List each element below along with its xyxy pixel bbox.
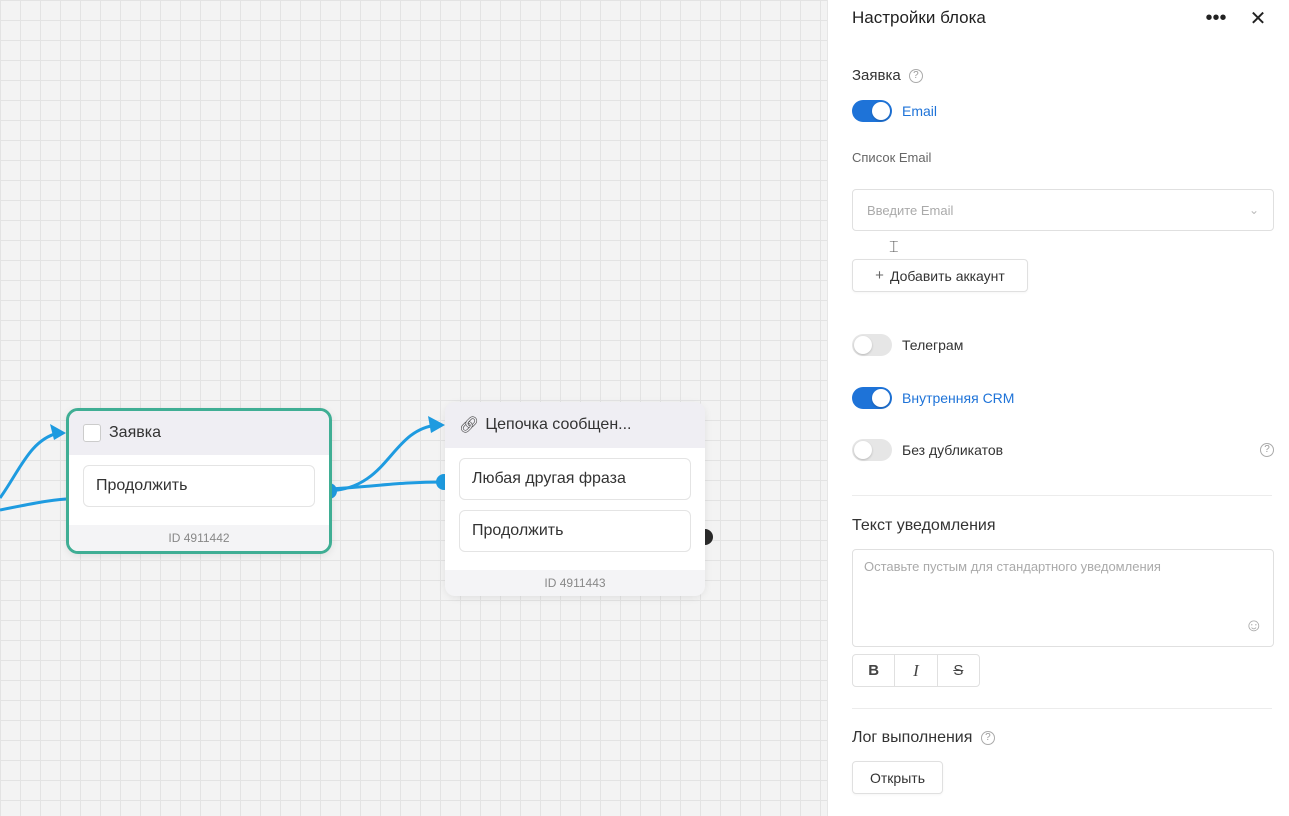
log-help-icon[interactable]: ?	[980, 730, 995, 745]
toggle-row-telegram: Телеграм	[852, 333, 963, 357]
node-checkbox[interactable]	[83, 424, 101, 442]
email-toggle-label: Email	[902, 103, 938, 119]
node-zayavka-id: ID 4911442	[69, 525, 329, 551]
node-zayavka-continue-button[interactable]: Продолжить	[83, 465, 315, 507]
close-icon[interactable]: ✕	[1244, 6, 1272, 31]
telegram-toggle[interactable]	[852, 334, 892, 356]
node-chain-title: Цепочка сообщен...	[485, 416, 632, 433]
bold-button[interactable]: B	[853, 655, 894, 686]
notification-placeholder: Оставьте пустым для стандартного уведомл…	[864, 559, 1161, 574]
help-icon[interactable]: ?	[908, 69, 923, 84]
italic-button[interactable]: I	[894, 655, 936, 686]
toggle-row-crm: Внутренняя CRM	[852, 386, 1014, 410]
node-zayavka-header[interactable]: Заявка	[69, 411, 329, 455]
crm-toggle-label: Внутренняя CRM	[902, 390, 1015, 406]
node-message-chain[interactable]: 🔗︎ Цепочка сообщен... Любая другая фраза…	[445, 402, 705, 596]
chevron-down-icon: ⌄	[1248, 203, 1259, 217]
incoming-wire-upper	[0, 431, 59, 499]
node-chain-continue-button[interactable]: Продолжить	[459, 510, 691, 552]
crm-toggle[interactable]	[852, 387, 892, 409]
log-heading: Лог выполнения ?	[852, 729, 995, 747]
node-zayavka-body: Продолжить	[69, 455, 329, 523]
node-chain-id: ID 4911443	[445, 570, 705, 596]
panel-title: Настройки блока	[852, 8, 986, 27]
node-zayavka[interactable]: Заявка Продолжить ID 4911442	[66, 408, 332, 554]
open-log-button[interactable]: Открыть	[852, 761, 943, 794]
node-chain-body: Любая другая фраза Продолжить	[445, 448, 705, 568]
strikethrough-button[interactable]: S	[936, 655, 979, 686]
plus-icon: +	[875, 267, 884, 284]
divider	[852, 495, 1272, 496]
no-duplicates-toggle-label: Без дубликатов	[902, 442, 1004, 458]
link-icon: 🔗︎	[459, 417, 480, 434]
toggle-knob	[854, 441, 872, 459]
emoji-icon[interactable]: ☺	[1245, 615, 1263, 636]
incoming-wire-lower	[0, 497, 67, 512]
request-section-text: Заявка	[852, 67, 901, 84]
wire-node1-to-node2-port	[328, 480, 445, 491]
toggle-knob	[872, 389, 890, 407]
email-select-placeholder: Введите Email	[867, 202, 954, 218]
format-toolbar: B I S	[852, 654, 980, 687]
add-account-label: Добавить аккаунт	[889, 267, 1005, 284]
block-settings-panel: Настройки блока ••• ✕ Заявка ? Email Спи…	[827, 0, 1289, 816]
flow-canvas[interactable]: Заявка Продолжить ID 4911442 🔗︎ Цепочка …	[0, 0, 827, 816]
node-zayavka-title: Заявка	[109, 424, 161, 441]
email-list-caption: Список Email	[852, 150, 932, 165]
email-select[interactable]: Введите Email ⌄	[852, 189, 1274, 231]
notification-heading: Текст уведомления	[852, 517, 996, 534]
no-duplicates-toggle[interactable]	[852, 439, 892, 461]
notification-textarea[interactable]: Оставьте пустым для стандартного уведомл…	[852, 549, 1274, 647]
log-heading-text: Лог выполнения	[852, 729, 973, 746]
arrow-head-upper	[50, 424, 66, 440]
request-section-label: Заявка ?	[852, 67, 923, 84]
panel-header: Настройки блока ••• ✕	[852, 6, 1272, 30]
toggle-knob	[854, 336, 872, 354]
no-duplicates-help-icon[interactable]: ?	[1260, 443, 1274, 457]
node-chain-any-phrase-button[interactable]: Любая другая фраза	[459, 458, 691, 500]
telegram-toggle-label: Телеграм	[902, 337, 964, 353]
email-toggle[interactable]	[852, 100, 892, 122]
more-dots-icon[interactable]: •••	[1202, 7, 1230, 30]
divider	[852, 708, 1272, 709]
add-account-button[interactable]: + Добавить аккаунт	[852, 259, 1028, 292]
toggle-row-email: Email	[852, 99, 937, 123]
toggle-row-no-duplicates: Без дубликатов	[852, 438, 1003, 462]
node-chain-header[interactable]: 🔗︎ Цепочка сообщен...	[445, 402, 705, 448]
toggle-knob	[872, 102, 890, 120]
arrow-head-node2	[428, 416, 445, 433]
mouse-cursor-icon: ⌶	[889, 239, 899, 256]
